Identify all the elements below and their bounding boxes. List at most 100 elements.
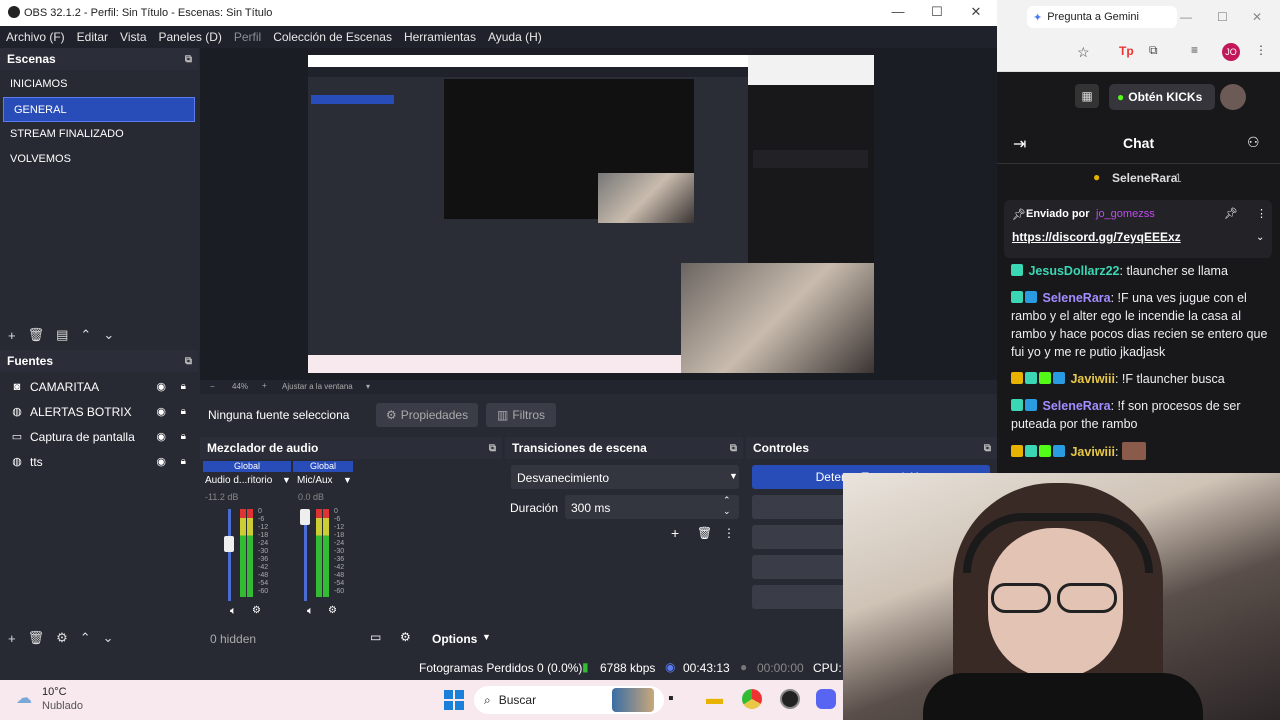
speaker-icon[interactable]: 🔈︎ bbox=[230, 605, 237, 618]
move-up-icon[interactable]: ⌃ bbox=[80, 327, 91, 343]
scene-item[interactable]: VOLVEMOS bbox=[0, 147, 198, 172]
options-button[interactable]: Options bbox=[432, 632, 477, 646]
collapse-chat-icon[interactable]: ⇥ bbox=[1013, 134, 1026, 154]
scene-item[interactable]: STREAM FINALIZADO bbox=[0, 122, 198, 147]
minimize-button[interactable]: — bbox=[1180, 10, 1192, 24]
menu-perfil[interactable]: Perfil bbox=[228, 30, 267, 44]
gear-icon[interactable]: ⚙ bbox=[56, 630, 68, 646]
visibility-eye-icon[interactable]: ◉ bbox=[156, 430, 166, 443]
menu-vista[interactable]: Vista bbox=[114, 30, 152, 44]
chevron-down-icon[interactable]: ▼ bbox=[482, 632, 491, 642]
layout-icon[interactable]: ▭ bbox=[370, 630, 381, 644]
scene-item-selected[interactable]: GENERAL bbox=[3, 97, 195, 122]
chevron-down-icon[interactable]: ▼ bbox=[343, 475, 352, 485]
user-avatar[interactable] bbox=[1220, 84, 1246, 110]
users-icon[interactable]: ⚇ bbox=[1247, 134, 1260, 151]
minimize-button[interactable]: — bbox=[888, 4, 908, 22]
discord-icon[interactable] bbox=[816, 689, 836, 709]
volume-slider[interactable] bbox=[224, 536, 234, 552]
chevron-down-icon[interactable]: ▼ bbox=[282, 475, 291, 485]
menu-editar[interactable]: Editar bbox=[71, 30, 114, 44]
fit-window-select[interactable]: Ajustar a la ventana bbox=[282, 382, 353, 391]
program-preview[interactable] bbox=[308, 55, 874, 373]
source-item[interactable]: ◙ CAMARITAA ◉ 🔒︎ bbox=[0, 374, 198, 399]
filter-scene-icon[interactable]: ▤ bbox=[56, 327, 68, 343]
dock-icon[interactable]: ⧉ bbox=[185, 54, 192, 65]
gear-icon[interactable]: ⚙ bbox=[400, 630, 411, 644]
store-icon[interactable]: ▦ bbox=[1075, 84, 1099, 108]
more-icon[interactable]: ⋮ bbox=[1255, 43, 1267, 57]
gear-icon[interactable]: ⚙ bbox=[252, 605, 261, 616]
pinned-link[interactable]: https://discord.gg/7eyqEEExz bbox=[1012, 230, 1181, 244]
scene-item[interactable]: INICIAMOS bbox=[0, 72, 198, 97]
zoom-out-icon[interactable]: − bbox=[210, 382, 215, 391]
visibility-eye-icon[interactable]: ◉ bbox=[156, 455, 166, 468]
zoom-in-icon[interactable]: + bbox=[262, 381, 267, 390]
visibility-eye-icon[interactable]: ◉ bbox=[156, 380, 166, 393]
windows-start-icon[interactable] bbox=[444, 690, 464, 710]
maximize-button[interactable]: ☐ bbox=[927, 4, 947, 22]
chevron-down-icon[interactable]: ⌄ bbox=[1256, 232, 1264, 243]
source-item[interactable]: ◍ tts ◉ 🔒︎ bbox=[0, 449, 198, 474]
person-shoulders bbox=[923, 673, 1203, 720]
lock-icon[interactable]: 🔒︎ bbox=[181, 456, 186, 467]
menu-archivo[interactable]: Archivo (F) bbox=[0, 30, 71, 44]
filters-button[interactable]: ▥ Filtros bbox=[486, 403, 556, 427]
more-icon[interactable]: ⋮ bbox=[723, 526, 735, 540]
media-icon[interactable]: ≡ bbox=[1191, 43, 1198, 57]
close-button[interactable]: ✕ bbox=[966, 4, 986, 22]
chevron-down-icon[interactable]: ▾ bbox=[366, 382, 370, 391]
properties-button[interactable]: ⚙ Propiedades bbox=[376, 403, 478, 427]
menu-herramientas[interactable]: Herramientas bbox=[398, 30, 482, 44]
menu-ayuda[interactable]: Ayuda (H) bbox=[482, 30, 548, 44]
gear-icon[interactable]: ⚙ bbox=[328, 605, 337, 616]
badge-icon bbox=[1025, 445, 1037, 457]
duration-label: Duración bbox=[510, 501, 559, 515]
menu-paneles[interactable]: Paneles (D) bbox=[153, 30, 228, 44]
lock-icon[interactable]: 🔒︎ bbox=[181, 381, 186, 392]
lock-icon[interactable]: 🔒︎ bbox=[181, 406, 186, 417]
chrome-icon[interactable] bbox=[742, 689, 762, 709]
dock-icon[interactable]: ⧉ bbox=[984, 443, 991, 454]
extension-icon[interactable]: Tp bbox=[1119, 44, 1134, 58]
remove-transition-icon[interactable]: 🗑 bbox=[697, 526, 712, 540]
remove-source-icon[interactable]: 🗑 bbox=[28, 630, 45, 646]
terminal-icon[interactable]: ▪ bbox=[668, 690, 674, 708]
stepper-down-icon[interactable]: ⌄ bbox=[723, 506, 731, 517]
get-kicks-button[interactable]: ● Obtén KICKs bbox=[1109, 84, 1215, 110]
add-source-button[interactable]: + bbox=[8, 631, 16, 646]
more-icon[interactable]: ⋮ bbox=[1256, 207, 1267, 220]
volume-slider[interactable] bbox=[300, 509, 310, 525]
stepper-up-icon[interactable]: ⌃ bbox=[723, 495, 731, 506]
pinned-message[interactable]: 📌︎ Enviado por jo_gomezss 📌︎ ⋮ https://d… bbox=[1004, 200, 1272, 258]
visibility-eye-icon[interactable]: ◉ bbox=[156, 405, 166, 418]
close-button[interactable]: ✕ bbox=[1252, 10, 1262, 24]
menu-coleccion[interactable]: Colección de Escenas bbox=[267, 30, 398, 44]
speaker-icon[interactable]: 🔈︎ bbox=[307, 605, 314, 618]
source-item[interactable]: ▭ Captura de pantalla ◉ 🔒︎ bbox=[0, 424, 198, 449]
move-down-icon[interactable]: ⌄ bbox=[103, 327, 114, 343]
audio-meter bbox=[323, 509, 329, 597]
folder-icon[interactable]: ▬ bbox=[706, 689, 723, 709]
dropped-frames: Fotogramas Perdidos 0 (0.0%) bbox=[419, 661, 583, 675]
lock-icon[interactable]: 🔒︎ bbox=[181, 431, 186, 442]
profile-avatar[interactable]: JO bbox=[1222, 43, 1240, 61]
dock-icon[interactable]: ⧉ bbox=[185, 356, 192, 367]
dock-icon[interactable]: ⧉ bbox=[489, 443, 496, 454]
add-scene-button[interactable]: + bbox=[8, 328, 16, 343]
transition-select[interactable]: Desvanecimiento ▼ bbox=[511, 465, 739, 489]
maximize-button[interactable]: ☐ bbox=[1217, 10, 1228, 24]
add-transition-icon[interactable]: + bbox=[671, 525, 679, 541]
move-down-icon[interactable]: ⌄ bbox=[103, 630, 114, 646]
gemini-tab[interactable]: ✦ Pregunta a Gemini bbox=[1027, 6, 1177, 28]
unpin-icon[interactable]: 📌︎ bbox=[1224, 207, 1238, 220]
badge-icon bbox=[1011, 291, 1023, 303]
remove-scene-icon[interactable]: 🗑 bbox=[28, 327, 45, 343]
puzzle-icon[interactable]: ⧉ bbox=[1149, 43, 1158, 58]
obs-taskbar-icon[interactable] bbox=[780, 689, 800, 709]
dock-icon[interactable]: ⧉ bbox=[730, 443, 737, 454]
source-item[interactable]: ◍ ALERTAS BOTRIX ◉ 🔒︎ bbox=[0, 399, 198, 424]
star-icon[interactable]: ☆ bbox=[1077, 44, 1090, 61]
duration-stepper[interactable]: 300 ms ⌃ ⌄ bbox=[565, 495, 739, 519]
move-up-icon[interactable]: ⌃ bbox=[80, 630, 91, 646]
